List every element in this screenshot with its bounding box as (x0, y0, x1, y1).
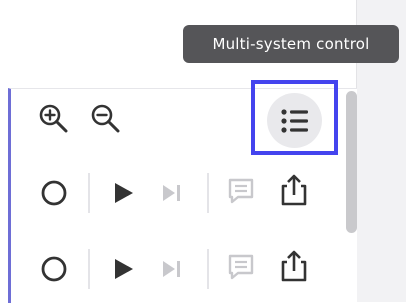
comment-icon[interactable] (226, 252, 256, 282)
zoom-in-icon[interactable] (38, 103, 70, 135)
circle-icon[interactable] (39, 254, 69, 284)
share-icon[interactable] (279, 172, 309, 208)
share-icon[interactable] (279, 248, 309, 284)
tooltip: Multi-system control (183, 25, 399, 63)
divider (207, 249, 209, 289)
zoom-out-icon[interactable] (90, 103, 122, 135)
scrollbar-thumb[interactable] (346, 91, 357, 233)
highlight-box (251, 80, 338, 155)
play-icon[interactable] (112, 256, 136, 282)
skip-next-icon[interactable] (160, 257, 186, 281)
circle-icon[interactable] (39, 178, 69, 208)
play-icon[interactable] (112, 180, 136, 206)
divider (88, 249, 90, 289)
divider (207, 173, 209, 213)
comment-icon[interactable] (226, 176, 256, 206)
divider (88, 173, 90, 213)
skip-next-icon[interactable] (160, 181, 186, 205)
